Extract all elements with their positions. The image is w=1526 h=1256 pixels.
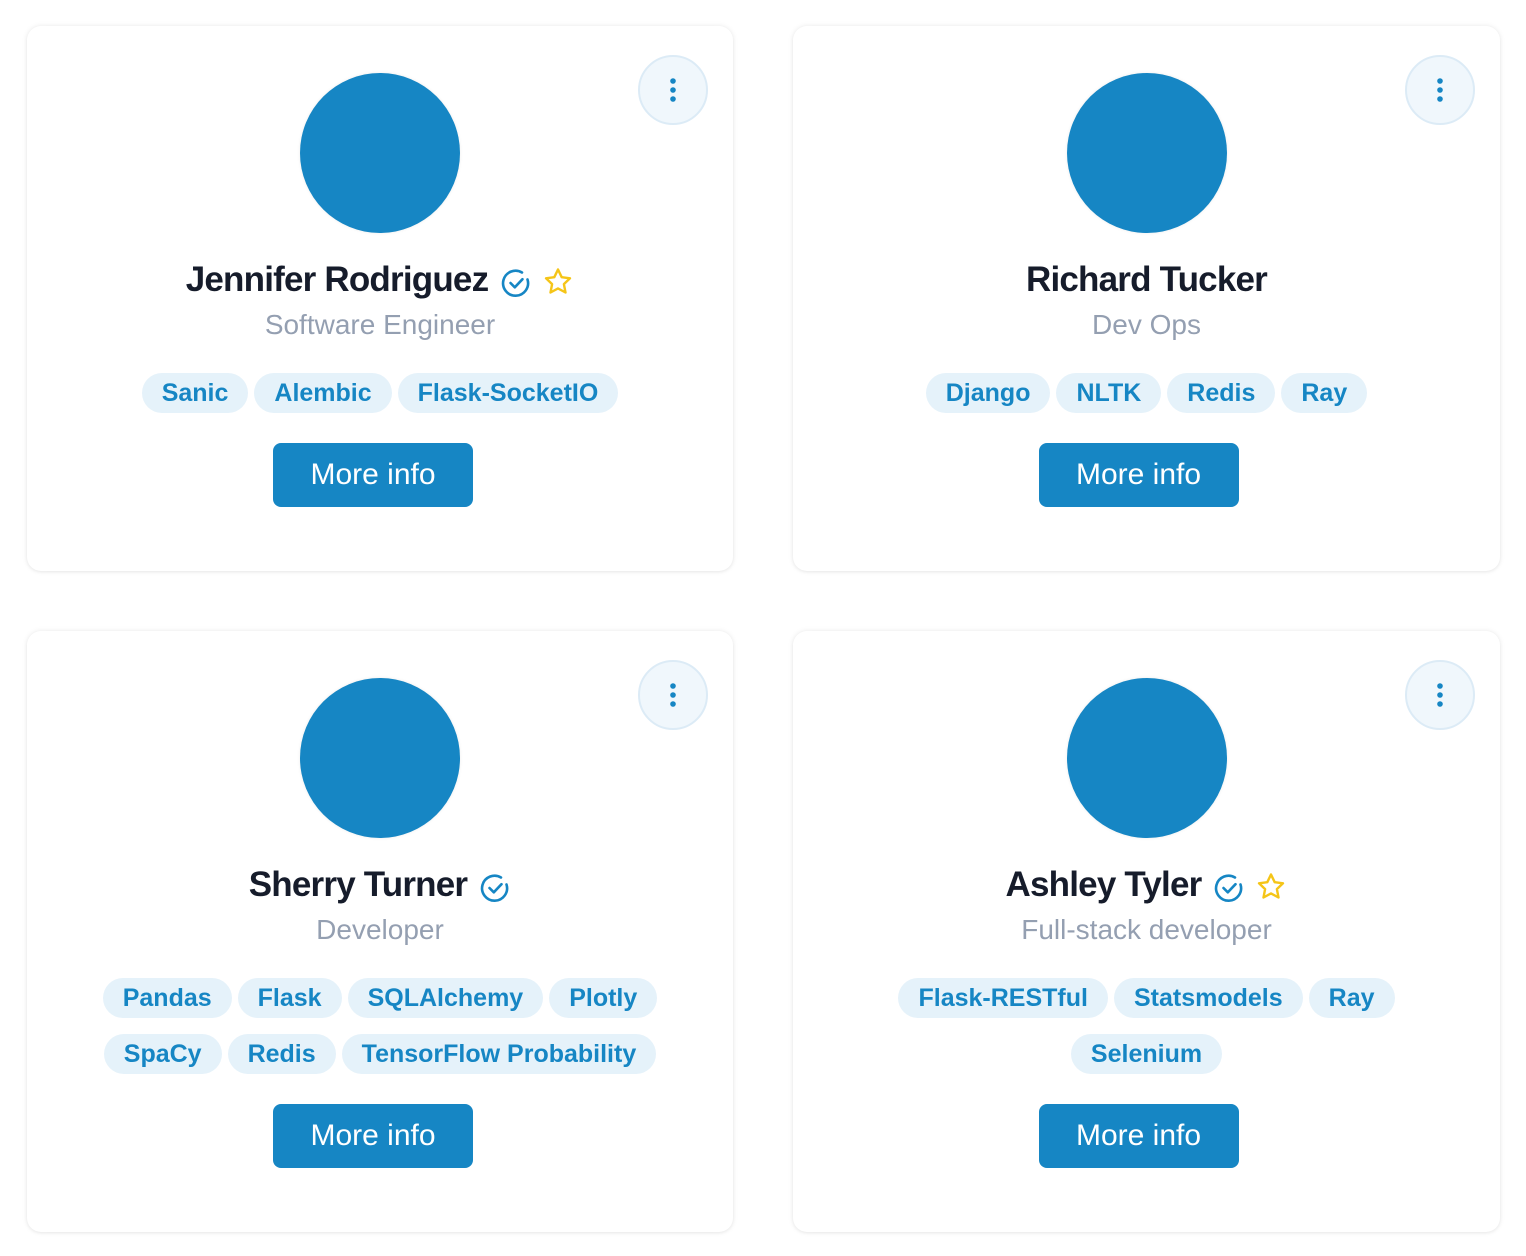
skill-tags: Django NLTK Redis Ray	[853, 373, 1440, 413]
name-row: Sherry Turner	[27, 861, 733, 909]
skill-tag: Statsmodels	[1113, 978, 1303, 1018]
skill-tag: Redis	[1167, 373, 1276, 413]
skill-tag: Alembic	[254, 373, 392, 413]
skill-tag: TensorFlow Probability	[341, 1034, 657, 1074]
profile-card: Richard Tucker Dev Ops Django NLTK Redis Ra…	[793, 26, 1500, 571]
skill-tag: Ray	[1308, 978, 1395, 1018]
verified-badge-icon	[1215, 874, 1243, 903]
profile-role: Developer	[316, 914, 444, 945]
more-vertical-icon	[670, 78, 676, 102]
skill-tags: Pandas Flask SQLAlchemy Plotly SpaCy Redis Ten…	[87, 978, 673, 1074]
name-row: Richard Tucker	[793, 256, 1500, 304]
profile-card: Sherry Turner Developer Pandas Flask SQLAl…	[27, 631, 733, 1232]
skill-tags: Flask-RESTful Statsmodels Ray Selenium	[853, 978, 1440, 1074]
more-info-button[interactable]: More info	[1038, 1104, 1239, 1168]
more-vertical-icon	[1437, 78, 1443, 102]
avatar	[300, 678, 460, 838]
skill-tag: Ray	[1281, 373, 1368, 413]
profile-name: Jennifer Rodriguez	[185, 260, 489, 299]
profile-name: Sherry Turner	[248, 865, 468, 904]
card-menu-button[interactable]	[638, 660, 708, 730]
skill-tag: SpaCy	[103, 1034, 222, 1074]
name-row: Ashley Tyler	[793, 861, 1500, 909]
skill-tag: Flask-SocketIO	[397, 373, 619, 413]
skill-tag: Plotly	[549, 978, 658, 1018]
skill-tag: NLTK	[1056, 373, 1162, 413]
skill-tag: Redis	[227, 1034, 336, 1074]
skill-tag: Sanic	[141, 373, 249, 413]
profile-role: Full-stack developer	[1021, 914, 1272, 945]
more-vertical-icon	[670, 683, 676, 707]
star-icon[interactable]	[1255, 871, 1287, 903]
more-info-button[interactable]: More info	[273, 443, 473, 507]
profile-card: Ashley Tyler Full-stack developer Flask-…	[793, 631, 1500, 1232]
verified-badge-icon	[502, 269, 530, 298]
skill-tag: Flask-RESTful	[898, 978, 1108, 1018]
verified-badge-icon	[481, 874, 509, 903]
profile-name: Ashley Tyler	[1005, 865, 1203, 904]
name-row: Jennifer Rodriguez	[27, 256, 733, 304]
card-menu-button[interactable]	[1405, 660, 1475, 730]
card-menu-button[interactable]	[638, 55, 708, 125]
profile-role: Software Engineer	[264, 309, 496, 340]
more-info-button[interactable]: More info	[273, 1104, 473, 1168]
profile-role: Dev Ops	[1092, 309, 1201, 340]
profile-name: Richard Tucker	[1025, 260, 1268, 299]
star-icon[interactable]	[542, 266, 574, 298]
avatar	[300, 73, 460, 233]
skill-tags: Sanic Alembic Flask-SocketIO	[87, 373, 673, 413]
skill-tag: Flask	[237, 978, 342, 1018]
skill-tag: Django	[925, 373, 1051, 413]
skill-tag: Selenium	[1070, 1034, 1223, 1074]
card-menu-button[interactable]	[1405, 55, 1475, 125]
avatar	[1066, 73, 1227, 233]
avatar	[1066, 678, 1227, 838]
skill-tag: SQLAlchemy	[347, 978, 544, 1018]
profile-card: Jennifer Rodriguez Software Engineer San…	[27, 26, 733, 571]
skill-tag: Pandas	[102, 978, 232, 1018]
more-info-button[interactable]: More info	[1038, 443, 1239, 507]
more-vertical-icon	[1437, 683, 1443, 707]
